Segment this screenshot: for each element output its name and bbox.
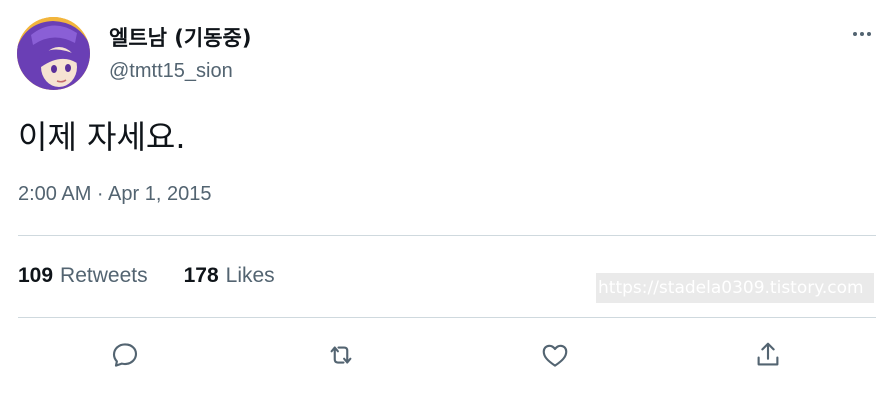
retweet-button[interactable] [323, 337, 359, 373]
divider [18, 317, 876, 318]
share-icon [757, 342, 779, 366]
retweet-icon [330, 346, 352, 364]
like-button[interactable] [537, 337, 573, 373]
retweets-label: Retweets [60, 264, 148, 287]
reply-button[interactable] [107, 337, 143, 373]
retweets-stat[interactable]: 109 Retweets [18, 264, 148, 288]
likes-label: Likes [225, 264, 275, 287]
tweet-stats: 109 Retweets 178 Likes [18, 264, 311, 288]
retweets-count: 109 [18, 264, 54, 287]
display-name[interactable]: 엘트남 (기동중) [109, 22, 251, 52]
more-options-icon [853, 32, 871, 36]
user-handle[interactable]: @tmtt15_sion [109, 60, 233, 83]
like-icon [542, 344, 568, 367]
tweet-timestamp[interactable]: 2:00 AM · Apr 1, 2015 [18, 183, 211, 206]
share-button[interactable] [750, 337, 786, 373]
tweet-actions [0, 337, 894, 373]
avatar[interactable] [17, 17, 90, 90]
reply-icon [112, 343, 138, 367]
more-options-button[interactable] [848, 20, 876, 48]
watermark: https://stadela0309.tistory.com [596, 273, 874, 303]
avatar-image [17, 17, 90, 90]
likes-count: 178 [183, 264, 219, 287]
tweet-text: 이제 자세요. [18, 118, 186, 156]
likes-stat[interactable]: 178 Likes [184, 264, 275, 288]
divider [18, 235, 876, 236]
